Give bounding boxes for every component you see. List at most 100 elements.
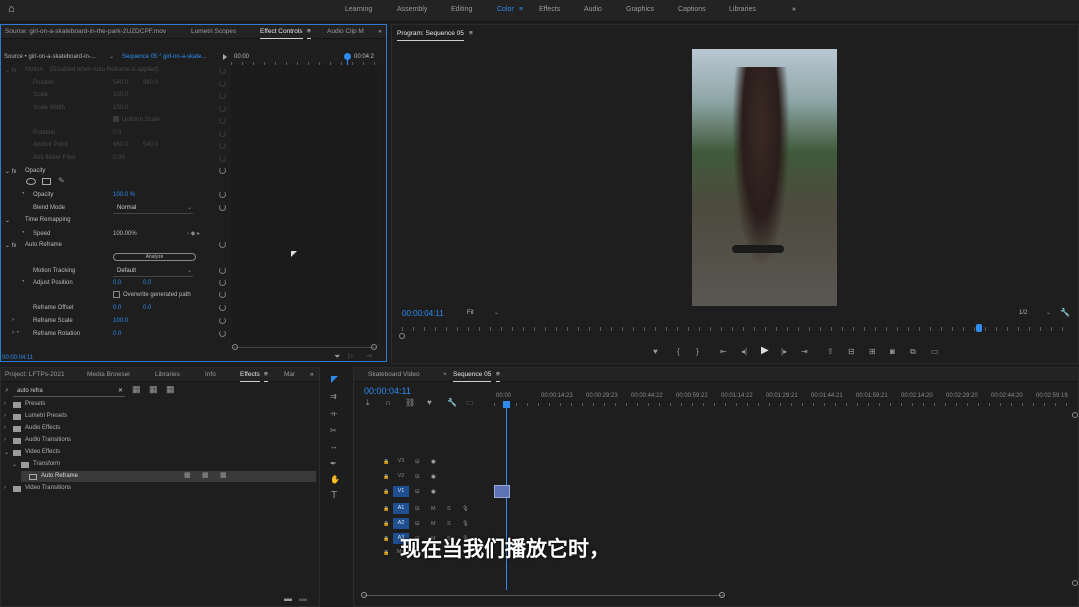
go-to-in-icon[interactable]: ⇤ <box>720 348 727 356</box>
reset-icon[interactable] <box>219 241 226 248</box>
fit-select[interactable]: Fit <box>467 310 474 316</box>
vertical-scroll-bottom[interactable] <box>1072 580 1078 586</box>
position-y[interactable]: 960.0 <box>143 80 158 86</box>
effects-tree-item[interactable]: Video Transitions <box>25 485 71 491</box>
reframe-rotation-twirl-icon[interactable]: › ◔ <box>12 330 19 336</box>
extract-icon[interactable]: ⊟ <box>848 348 855 356</box>
ec-timecode[interactable]: 00:00:04:11 <box>2 355 33 361</box>
settings-wrench-icon[interactable]: 🔧 <box>447 399 457 407</box>
reset-icon[interactable] <box>219 155 226 162</box>
opacity-value[interactable]: 100.0 % <box>113 192 135 198</box>
tab-skateboard-video[interactable]: Skateboard Video <box>368 371 420 378</box>
reframe-scale-twirl-icon[interactable]: › <box>12 317 14 323</box>
add-marker-icon[interactable]: ♥ <box>653 348 658 356</box>
timeline-scrollbar[interactable] <box>364 595 724 596</box>
razor-tool-icon[interactable]: ✂ <box>330 427 337 435</box>
motion-tracking-select[interactable]: Default <box>117 268 136 274</box>
resolution-select[interactable]: 1/2 <box>1019 310 1027 316</box>
position-x[interactable]: 540.0 <box>113 80 128 86</box>
blend-mode-select[interactable]: Normal <box>117 205 136 211</box>
eye-icon[interactable]: ◉ <box>431 459 436 465</box>
mute-button[interactable]: M <box>431 521 436 527</box>
slip-tool-icon[interactable]: ↔ <box>330 443 338 451</box>
workspace-color[interactable]: Color <box>497 6 514 13</box>
tab-effect-controls[interactable]: Effect Controls <box>260 28 303 39</box>
snap-icon[interactable]: ∩ <box>385 399 391 407</box>
program-zoom-handle[interactable] <box>399 333 405 339</box>
analyze-button[interactable]: Analyze <box>113 253 196 261</box>
ellipse-mask-icon[interactable] <box>26 178 36 185</box>
nest-toggle-icon[interactable]: ⤓ <box>366 399 370 407</box>
microphone-icon[interactable]: 🎙 <box>462 506 469 512</box>
track-label[interactable]: V3 <box>393 456 409 467</box>
reset-icon[interactable] <box>219 317 226 324</box>
program-playhead[interactable] <box>976 324 982 332</box>
solo-button[interactable]: S <box>447 506 451 512</box>
tree-twirl-icon[interactable]: ⌄ <box>12 461 17 468</box>
reset-icon[interactable] <box>219 204 226 211</box>
scale-width-value[interactable]: 100.0 <box>113 105 128 111</box>
effects-search-input[interactable]: auto refra <box>17 388 43 394</box>
tab-effects[interactable]: Effects <box>240 371 260 382</box>
reframe-scale-value[interactable]: 100.0 <box>113 318 128 324</box>
sequence-clip-label[interactable]: Sequence 05 * girl-on-a-skate... <box>122 54 206 60</box>
tab-menu-icon[interactable]: ≡ <box>307 28 311 39</box>
clear-search-icon[interactable]: ✕ <box>118 387 123 394</box>
solo-button[interactable]: S <box>447 521 451 527</box>
tab-libraries[interactable]: Libraries <box>155 371 180 378</box>
chevron-down-icon[interactable]: ⌄ <box>187 267 192 274</box>
reset-icon[interactable] <box>219 267 226 274</box>
delete-icon[interactable]: ▬ <box>299 595 307 603</box>
step-forward-icon[interactable]: |▸ <box>781 348 787 356</box>
chevron-down-icon[interactable]: ⌄ <box>494 309 499 316</box>
play-only-icon[interactable] <box>223 54 227 60</box>
override-checkbox[interactable] <box>113 291 120 298</box>
speed-stopwatch-icon[interactable]: ◔ <box>21 230 25 236</box>
new-bin-icon[interactable]: ▬ <box>284 595 292 603</box>
adjust-stopwatch-icon[interactable]: ◔ <box>21 279 25 285</box>
adjust-x[interactable]: 0.0 <box>113 280 121 286</box>
microphone-icon[interactable]: 🎙 <box>462 521 469 527</box>
anchor-x[interactable]: 960.0 <box>113 142 128 148</box>
camera-icon[interactable]: ◙ <box>890 348 895 356</box>
lock-icon[interactable]: 🔒 <box>383 550 389 556</box>
ec-scroll-left-handle[interactable] <box>232 344 238 350</box>
tab-media-browser[interactable]: Media Browser <box>87 371 130 378</box>
vr-view-icon[interactable]: ▭ <box>931 348 939 356</box>
tree-twirl-icon[interactable]: › <box>4 437 6 443</box>
pen-tool-icon[interactable]: ✒ <box>330 460 337 468</box>
chevron-down-icon[interactable]: ⌄ <box>1046 309 1051 316</box>
track-label[interactable]: A2 <box>393 518 409 529</box>
lock-icon[interactable]: 🔒 <box>383 459 389 465</box>
vertical-scroll-top[interactable] <box>1072 412 1078 418</box>
tree-twirl-icon[interactable]: ⌄ <box>4 449 9 456</box>
sync-lock-icon[interactable]: ⊟ <box>415 459 420 465</box>
adjust-y[interactable]: 0.0 <box>143 280 151 286</box>
reset-icon[interactable] <box>219 117 226 124</box>
track-label[interactable]: A1 <box>393 503 409 514</box>
eye-icon[interactable]: ◉ <box>431 474 436 480</box>
reset-icon[interactable] <box>219 291 226 298</box>
sync-lock-icon[interactable]: ⊟ <box>415 521 420 527</box>
scale-value[interactable]: 100.0 <box>113 92 128 98</box>
chevron-down-icon[interactable]: ⌄ <box>109 53 114 60</box>
timeline-timecode[interactable]: 00:00:04:11 <box>364 386 411 396</box>
linked-selection-icon[interactable]: ⛓ <box>405 399 415 407</box>
captions-icon[interactable]: ▭ <box>466 399 474 407</box>
program-title[interactable]: Program: Sequence 05 <box>397 30 464 41</box>
workspace-menu-icon[interactable]: ≡ <box>519 6 523 13</box>
export-icon[interactable]: ⇥ <box>366 353 372 361</box>
program-timecode[interactable]: 00:00:04:11 <box>402 309 444 318</box>
reset-icon[interactable] <box>219 304 226 311</box>
tree-twirl-icon[interactable]: › <box>4 413 6 419</box>
sequence-menu-icon[interactable]: ≡ <box>496 371 500 382</box>
workspace-graphics[interactable]: Graphics <box>626 6 654 13</box>
keyframe-area[interactable] <box>231 65 377 345</box>
tree-twirl-icon[interactable]: › <box>4 401 6 407</box>
effects-tree-item[interactable]: Presets <box>25 401 45 407</box>
reset-icon[interactable] <box>219 279 226 286</box>
reset-icon[interactable] <box>219 191 226 198</box>
type-tool-icon[interactable]: T <box>331 491 337 501</box>
ripple-edit-tool-icon[interactable]: ⟛ <box>330 410 337 418</box>
insert-icon[interactable]: ⊞ <box>869 348 876 356</box>
